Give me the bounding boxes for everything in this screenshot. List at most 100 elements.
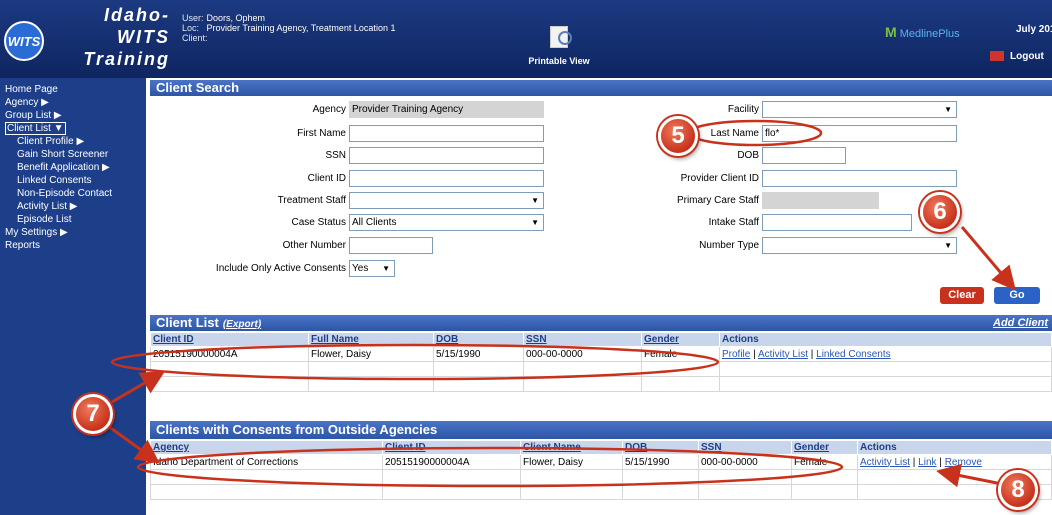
user-info: User: Doors, Ophem Loc: Provider Trainin… [182, 13, 395, 43]
clear-button[interactable]: Clear [940, 287, 984, 304]
cell-client-name: Flower, Daisy [520, 454, 623, 470]
client-id-input[interactable] [349, 170, 544, 187]
outside-consents-title: Clients with Consents from Outside Agenc… [156, 422, 438, 437]
cell-dob: 5/15/1990 [622, 454, 699, 470]
col-agency[interactable]: Agency [150, 440, 383, 455]
table-row: Idaho Department of Corrections 20515190… [150, 454, 1052, 470]
col-client-name[interactable]: Client Name [520, 440, 623, 455]
callout-8: 8 [998, 470, 1038, 510]
loc-label: Loc: [182, 23, 200, 33]
logout-button[interactable]: Logout [990, 51, 1044, 62]
add-client-link[interactable]: Add Client [993, 315, 1048, 331]
sidebar-item-gain-short-screener[interactable]: Gain Short Screener [0, 148, 146, 161]
client-search-header: Client Search [150, 80, 1052, 96]
agency-label: Agency [312, 104, 346, 115]
dob-input[interactable] [762, 147, 846, 164]
cell-client-id: 20515190000004A [150, 346, 309, 362]
primary-care-staff-field [762, 192, 879, 209]
col-full-name[interactable]: Full Name [308, 332, 434, 347]
current-month: July 2013 [1016, 24, 1052, 35]
last-name-input[interactable]: flo* [762, 125, 957, 142]
col-actions: Actions [857, 440, 1052, 455]
brand-line-2: WITS [117, 27, 170, 47]
agency-field: Provider Training Agency [349, 101, 544, 118]
col-gender[interactable]: Gender [791, 440, 858, 455]
sidebar-item-linked-consents[interactable]: Linked Consents [0, 174, 146, 187]
case-status-select[interactable]: All Clients [349, 214, 544, 231]
include-consents-select[interactable]: Yes [349, 260, 395, 277]
callout-5: 5 [658, 116, 698, 156]
col-ssn[interactable]: SSN [698, 440, 792, 455]
intake-staff-label: Intake Staff [708, 217, 759, 228]
provider-client-id-label: Provider Client ID [680, 173, 759, 184]
treatment-staff-select[interactable] [349, 192, 544, 209]
col-client-id[interactable]: Client ID [382, 440, 521, 455]
linked-consents-link[interactable]: Linked Consents [816, 349, 891, 360]
activity-list-link[interactable]: Activity List [860, 457, 910, 468]
sidebar-item-group-list[interactable]: Group List ▶ [0, 109, 146, 122]
sidebar-item-benefit-application[interactable]: Benefit Application ▶ [0, 161, 146, 174]
provider-client-id-input[interactable] [762, 170, 957, 187]
table-header-row: Agency Client ID Client Name DOB SSN Gen… [150, 440, 1052, 455]
number-type-select[interactable] [762, 237, 957, 254]
cell-full-name: Flower, Daisy [308, 346, 434, 362]
sidebar-item-my-settings[interactable]: My Settings ▶ [0, 226, 146, 239]
col-dob[interactable]: DOB [622, 440, 699, 455]
col-dob[interactable]: DOB [433, 332, 524, 347]
link-link[interactable]: Link [918, 457, 936, 468]
export-link[interactable]: (Export) [223, 319, 261, 330]
printable-view-button[interactable]: Printable View [524, 26, 594, 66]
table-row-empty [150, 361, 1052, 377]
other-number-input[interactable] [349, 237, 433, 254]
cell-agency: Idaho Department of Corrections [150, 454, 383, 470]
sidebar-item-episode-list[interactable]: Episode List [0, 213, 146, 226]
sidebar-item-non-episode-contact[interactable]: Non-Episode Contact [0, 187, 146, 200]
brand-line-1: Idaho- [104, 5, 170, 25]
remove-link[interactable]: Remove [945, 457, 982, 468]
logout-icon [990, 51, 1004, 62]
profile-link[interactable]: Profile [722, 349, 750, 360]
medlineplus-link[interactable]: M MedlinePlus [885, 24, 960, 40]
client-list-title: Client List [156, 315, 219, 330]
intake-staff-input[interactable] [762, 214, 912, 231]
go-button[interactable]: Go [994, 287, 1040, 304]
sidebar-item-activity-list[interactable]: Activity List ▶ [0, 200, 146, 213]
first-name-label: First Name [297, 128, 346, 139]
callout-7: 7 [73, 394, 113, 434]
col-ssn[interactable]: SSN [523, 332, 642, 347]
sidebar-nav: Home Page Agency ▶ Group List ▶ Client L… [0, 78, 146, 515]
brand-line-3: Training [83, 49, 170, 69]
cell-dob: 5/15/1990 [433, 346, 524, 362]
client-label: Client: [182, 33, 208, 43]
client-search-title: Client Search [156, 80, 240, 95]
client-id-label: Client ID [307, 173, 346, 184]
app-header: WITS Idaho- WITS Training User: Doors, O… [0, 0, 1052, 78]
outside-consents-header: Clients with Consents from Outside Agenc… [150, 421, 1052, 439]
sidebar-item-client-list[interactable]: Client List ▼ [0, 122, 146, 135]
client-list-header: Client List (Export) Add Client [150, 315, 1052, 331]
logout-label: Logout [1010, 51, 1044, 62]
callout-6: 6 [920, 192, 960, 232]
other-number-label: Other Number [282, 240, 346, 251]
cell-gender: Female [791, 454, 858, 470]
table-row-empty [150, 469, 1052, 485]
sidebar-item-client-profile[interactable]: Client Profile ▶ [0, 135, 146, 148]
client-list-table: Client ID Full Name DOB SSN Gender Actio… [150, 332, 1052, 392]
sidebar-item-agency[interactable]: Agency ▶ [0, 96, 146, 109]
facility-select[interactable] [762, 101, 957, 118]
sidebar-item-home-page[interactable]: Home Page [0, 83, 146, 96]
ssn-input[interactable] [349, 147, 544, 164]
cell-client-id: 20515190000004A [382, 454, 521, 470]
loc-value: Provider Training Agency, Treatment Loca… [206, 23, 396, 33]
table-row-empty [150, 376, 1052, 392]
sidebar-item-reports[interactable]: Reports [0, 239, 146, 252]
client-search-form: Agency Provider Training Agency First Na… [150, 96, 1052, 310]
activity-list-link[interactable]: Activity List [758, 349, 808, 360]
first-name-input[interactable] [349, 125, 544, 142]
medlineplus-label: MedlinePlus [899, 28, 960, 40]
printable-view-label: Printable View [528, 56, 590, 66]
col-actions: Actions [719, 332, 1052, 347]
include-consents-label: Include Only Active Consents [215, 263, 346, 274]
col-client-id[interactable]: Client ID [150, 332, 309, 347]
col-gender[interactable]: Gender [641, 332, 720, 347]
